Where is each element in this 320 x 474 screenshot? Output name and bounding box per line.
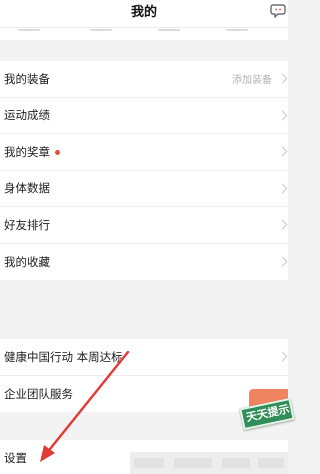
- row-label: 企业团队服务: [4, 386, 73, 401]
- row-my-medals[interactable]: 我的奖章: [0, 134, 288, 171]
- chevron-right-icon: [277, 183, 288, 194]
- chevron-right-icon: [277, 73, 288, 84]
- section-main: 我的装备 添加装备 运动成绩 我的奖章 身体数据 好友排行 我的收藏: [0, 61, 288, 280]
- row-label: 运动成绩: [4, 108, 50, 123]
- chevron-right-icon: [277, 110, 288, 121]
- chevron-right-icon: [277, 256, 288, 267]
- row-label: 我的奖章: [4, 144, 60, 160]
- row-sport-results[interactable]: 运动成绩: [0, 98, 288, 134]
- chevron-right-icon: [277, 146, 288, 157]
- tab-strip-remnant: [0, 28, 288, 40]
- page-title: 我的: [130, 5, 157, 20]
- row-label: 我的装备: [4, 71, 50, 86]
- top-bar: 我的: [0, 0, 288, 28]
- row-healthy-china[interactable]: 健康中国行动 本周达标: [0, 339, 288, 376]
- row-my-favorites[interactable]: 我的收藏: [0, 244, 288, 281]
- row-my-equipment[interactable]: 我的装备 添加装备: [0, 61, 288, 98]
- chat-bubble-icon[interactable]: [270, 2, 286, 18]
- row-body-data[interactable]: 身体数据: [0, 171, 288, 207]
- row-label: 我的收藏: [4, 254, 50, 269]
- row-label: 设置: [4, 451, 27, 466]
- chevron-right-icon: [277, 351, 288, 362]
- notification-dot-icon: [55, 149, 60, 155]
- row-value: 添加装备: [232, 75, 272, 87]
- row-label: 身体数据: [4, 181, 50, 196]
- floating-promo-widget[interactable]: 天天提示: [239, 389, 295, 441]
- blurred-bottom-area: [130, 452, 288, 474]
- row-label-text: 我的奖章: [4, 144, 50, 159]
- chevron-right-icon: [277, 219, 288, 230]
- row-label: 好友排行: [4, 217, 50, 232]
- row-friend-ranking[interactable]: 好友排行: [0, 207, 288, 244]
- promo-badge: 天天提示: [239, 397, 295, 431]
- row-label: 健康中国行动 本周达标: [4, 349, 123, 364]
